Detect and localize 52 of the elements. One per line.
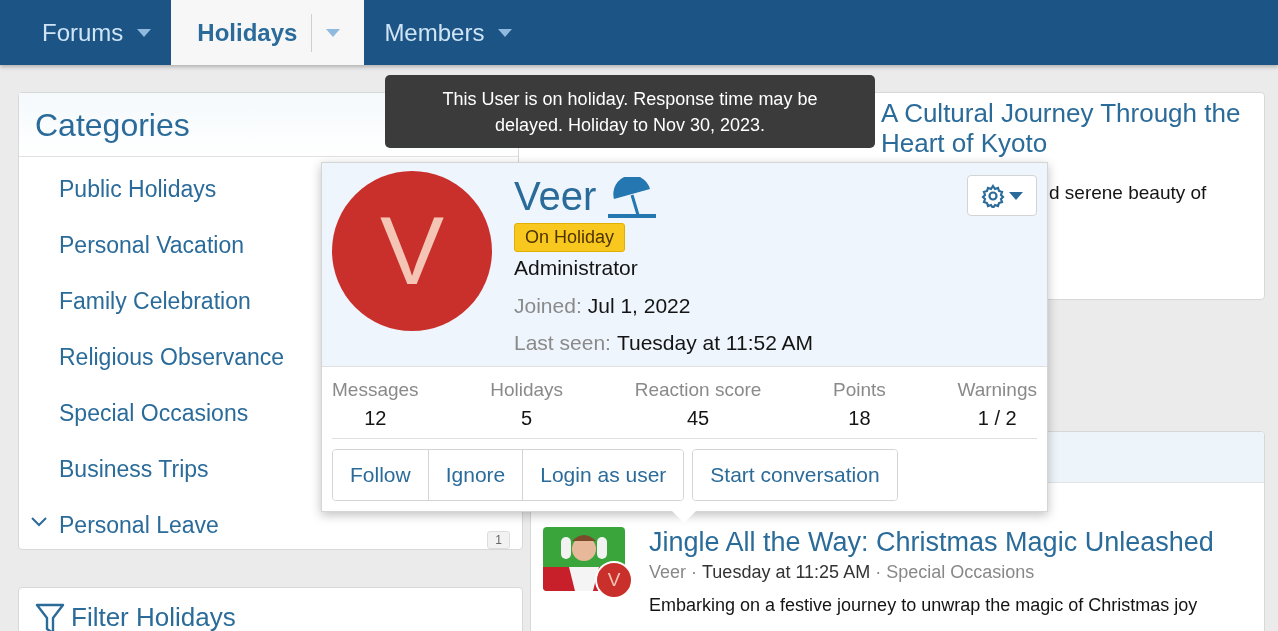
author-link[interactable]: Veer (649, 562, 687, 583)
post-date: Tuesday at 11:25 AM (702, 562, 871, 583)
stat-value: 18 (848, 407, 871, 430)
category-link[interactable]: Public Holidays (59, 175, 217, 203)
category-link[interactable]: Business Trips (59, 455, 209, 483)
chevron-down-icon[interactable] (31, 517, 47, 527)
separator: · (875, 562, 882, 583)
caret-icon (137, 28, 152, 37)
settings-button[interactable] (967, 175, 1037, 216)
action-button[interactable]: Login as user (522, 450, 684, 500)
user-role: Administrator (514, 256, 638, 280)
article-excerpt: Embarking on a festive journey to unwrap the magic of Christmas joy (649, 595, 1199, 616)
stat-label: Holidays (490, 379, 564, 401)
detail-value: Jul 1, 2022 (587, 293, 691, 318)
caret-icon (498, 28, 513, 37)
status-badge: On Holiday (514, 223, 626, 252)
umbrella-icon (606, 177, 659, 219)
category-link[interactable]: Family Celebration (59, 287, 251, 315)
nav-tab[interactable]: Members (364, 0, 533, 65)
filter-icon (35, 602, 65, 631)
user-avatar[interactable]: V (595, 561, 633, 599)
stat-value: 5 (521, 407, 533, 430)
panel-title: Filter Holidays (71, 602, 236, 631)
stat-value: 1 / 2 (977, 407, 1017, 430)
caret-icon (1009, 191, 1023, 200)
detail-label: Last seen: (514, 330, 611, 355)
category-link[interactable]: Religious Observance (59, 343, 284, 371)
stat-label: Reaction score (634, 379, 762, 401)
nav-tab[interactable]: Holidays (171, 0, 365, 65)
caret-icon (326, 28, 341, 37)
stat-value: 12 (364, 407, 387, 430)
detail-label: Joined: (514, 293, 582, 318)
detail-value: Tuesday at 11:52 AM (616, 330, 814, 355)
separator: · (691, 562, 698, 583)
stat-label: Warnings (957, 379, 1037, 401)
stat-value: 45 (686, 407, 710, 430)
action-button[interactable]: Start conversation (693, 450, 897, 500)
panel-title: Categories (35, 107, 190, 143)
user-name[interactable]: Veer (514, 174, 597, 219)
article-excerpt: d serene beauty of (1049, 182, 1207, 203)
count-badge: 1 (487, 531, 510, 549)
category-link[interactable]: Personal Leave (59, 511, 219, 539)
tooltip: This User is on holiday. Response time may be delayed. Holiday to Nov 30, 2023. (385, 75, 875, 148)
category-link[interactable]: Special Occasions (59, 399, 249, 427)
user-avatar: V (332, 171, 492, 331)
gear-icon (981, 183, 1005, 208)
nav-tab[interactable]: Forums (22, 0, 172, 65)
stat-label: Messages (332, 379, 419, 401)
category-link[interactable]: Personal Vacation (59, 231, 244, 259)
stat-label: Points (833, 379, 886, 401)
category-link[interactable]: Special Occasions (886, 562, 1035, 583)
article-title[interactable]: Jingle All the Way: Christmas Magic Unleashed (649, 527, 1214, 558)
